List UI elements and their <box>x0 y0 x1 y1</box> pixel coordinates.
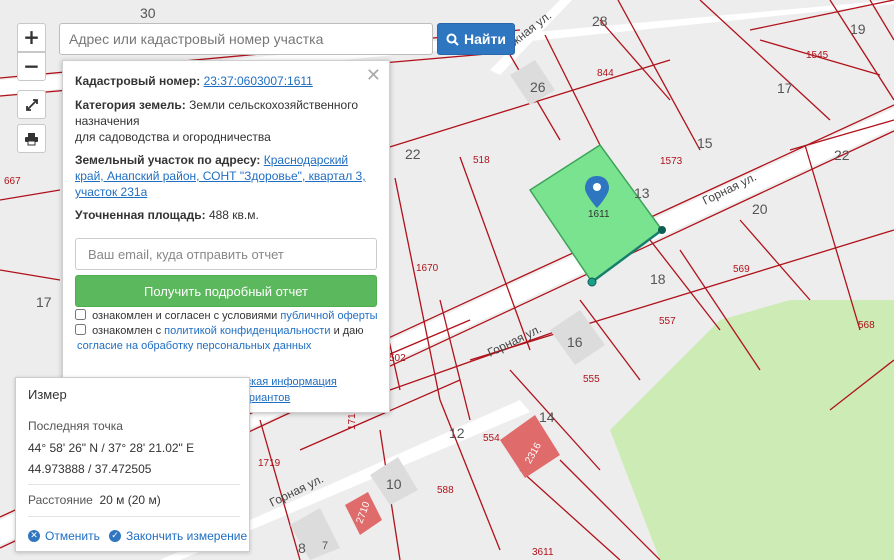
cancel-measure-button[interactable]: ✕ Отменить <box>28 529 100 543</box>
coords-decimal: 44.973888 / 37.472505 <box>28 462 152 476</box>
block-number: 16 <box>567 334 583 350</box>
block-number: 20 <box>752 201 768 217</box>
measure-point <box>587 277 597 287</box>
cadastral-label: Кадастровый номер: <box>75 74 201 88</box>
block-number: 8 <box>298 540 306 556</box>
selected-parcel-number: 1611 <box>588 209 610 220</box>
area-label: Уточненная площадь: <box>75 208 206 222</box>
finish-measure-button[interactable]: ✓ Закончить измерение <box>109 529 247 543</box>
measure-point <box>658 226 666 234</box>
coords-dms: 44° 58' 26" N / 37° 28' 21.02" E <box>28 441 195 455</box>
parcel-number: 555 <box>583 374 600 385</box>
parcel-number: 588 <box>437 485 454 496</box>
search-button[interactable]: Найти <box>437 23 515 55</box>
parcel-number: 568 <box>858 320 875 331</box>
zoom-in-button[interactable]: + <box>17 23 46 52</box>
category-value-2: для садоводства и огородничества <box>75 130 271 144</box>
parcel-number: 518 <box>473 155 490 166</box>
parcel-number: 1670 <box>416 263 439 274</box>
parcel-number: 557 <box>659 316 676 327</box>
block-number: 17 <box>777 80 793 96</box>
block-number: 22 <box>834 147 850 163</box>
block-number: 17 <box>36 294 52 310</box>
area-value: 488 кв.м. <box>208 208 259 222</box>
check-icon: ✓ <box>109 530 121 542</box>
block-number: 13 <box>634 185 650 201</box>
block-number: 22 <box>405 146 421 162</box>
print-button[interactable] <box>17 124 46 153</box>
offer-link[interactable]: публичной оферты <box>280 310 377 322</box>
close-icon: ✕ <box>28 530 40 542</box>
block-number: 19 <box>850 21 866 37</box>
expand-icon <box>25 98 38 111</box>
zoom-out-button[interactable]: − <box>17 52 46 81</box>
parcel-number: 1573 <box>660 156 683 167</box>
block-number: 7 <box>322 540 328 552</box>
privacy-checkbox[interactable] <box>75 324 86 335</box>
block-number: 28 <box>592 13 608 29</box>
privacy-policy-link[interactable]: политикой конфиденциальности <box>164 325 330 337</box>
measure-title: Измер <box>28 387 67 402</box>
block-number: 26 <box>530 79 546 95</box>
printer-icon <box>25 132 38 145</box>
offer-checkbox[interactable] <box>75 309 86 320</box>
last-point-label: Последняя точка <box>28 419 123 433</box>
cancel-label: Отменить <box>45 529 100 543</box>
parcel-info-popup: ✕ Кадастровый номер: 23:37:0603007:1611 … <box>62 60 390 413</box>
category-label: Категория земель: <box>75 98 186 112</box>
parcel-number: 569 <box>733 264 750 275</box>
personal-data-link[interactable]: согласие на обработку персональных данны… <box>77 340 311 352</box>
distance-label: Расстояние <box>28 493 93 507</box>
block-number: 30 <box>140 5 156 21</box>
parcel-number: 554 <box>483 433 500 444</box>
email-field[interactable] <box>75 238 377 270</box>
fullscreen-button[interactable] <box>17 90 46 119</box>
cadastral-number-link[interactable]: 23:37:0603007:1611 <box>204 74 313 88</box>
address-label: Земельный участок по адресу: <box>75 153 261 167</box>
parcel-number: 667 <box>4 176 21 187</box>
measure-panel: Измер Последняя точка 44° 58' 26" N / 37… <box>15 377 250 552</box>
parcel-number: 1545 <box>806 50 829 61</box>
search-icon <box>446 33 459 46</box>
block-number: 15 <box>697 135 713 151</box>
parcel-number: 3611 <box>532 547 554 558</box>
parcel-number: 502 <box>389 353 406 364</box>
block-number: 14 <box>539 409 555 425</box>
get-report-button[interactable]: Получить подробный отчет <box>75 275 377 307</box>
finish-label: Закончить измерение <box>126 529 248 543</box>
block-number: 10 <box>386 476 402 492</box>
search-input[interactable] <box>59 23 433 55</box>
block-number: 12 <box>449 425 465 441</box>
distance-value: 20 м (20 м) <box>99 493 161 507</box>
parcel-number: 844 <box>597 68 614 79</box>
block-number: 18 <box>650 271 666 287</box>
search-button-label: Найти <box>464 31 506 47</box>
privacy-consent-text-2: и даю <box>333 325 364 337</box>
parcel-number: 1719 <box>258 458 281 469</box>
offer-consent-text: ознакомлен и согласен с условиями <box>92 310 278 322</box>
privacy-consent-text: ознакомлен с <box>92 325 162 337</box>
